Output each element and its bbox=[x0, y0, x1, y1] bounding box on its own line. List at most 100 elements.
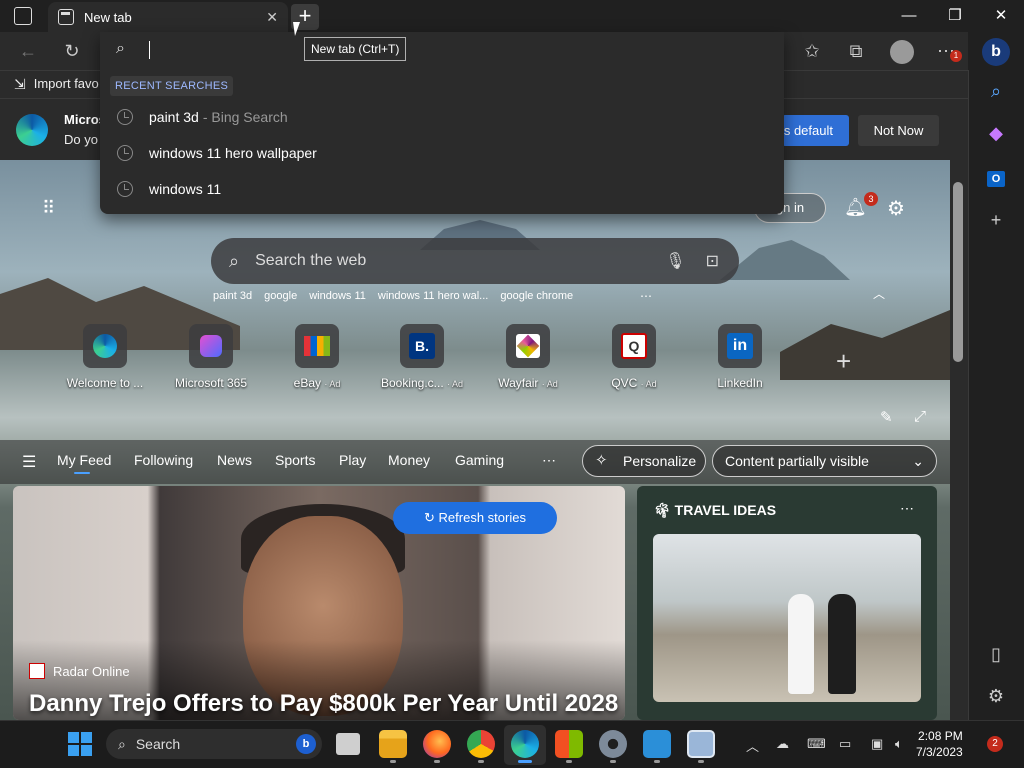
feed-tab-sports[interactable]: Sports bbox=[275, 452, 315, 468]
refresh-stories-button[interactable]: ↻ Refresh stories bbox=[393, 502, 557, 534]
quick-link-microsoft-365[interactable]: Microsoft 365 bbox=[163, 324, 259, 390]
feed-menu-icon[interactable]: ☰ bbox=[22, 452, 36, 472]
recent-search-suffix: - Bing Search bbox=[202, 109, 288, 125]
collapse-chevron-icon[interactable]: ︿ bbox=[873, 285, 885, 302]
recent-search-query: windows 11 bbox=[149, 181, 222, 197]
feed-tab-news[interactable]: News bbox=[217, 452, 252, 468]
content-visibility-label: Content partially visible bbox=[725, 453, 869, 469]
sidebar-add-icon[interactable]: + bbox=[984, 210, 1008, 231]
sidebar-outlook-icon[interactable]: O bbox=[984, 166, 1008, 187]
sidebar-hide-icon[interactable]: ▯ bbox=[984, 644, 1008, 665]
favorites-icon[interactable]: ✩ bbox=[794, 32, 830, 70]
refresh-icon[interactable]: ↻ bbox=[54, 32, 90, 70]
edge-taskbar-icon[interactable] bbox=[511, 730, 539, 758]
display-icon[interactable]: ▭ bbox=[839, 736, 851, 752]
profile-avatar[interactable] bbox=[890, 40, 914, 64]
running-indicator bbox=[698, 760, 704, 763]
travel-image[interactable] bbox=[653, 534, 921, 702]
history-clock-icon bbox=[117, 145, 133, 161]
history-clock-icon bbox=[117, 109, 133, 125]
visual-search-icon[interactable]: ⊡ bbox=[706, 251, 719, 271]
palm-tree-icon: 🌴︎ bbox=[653, 502, 671, 518]
collections-icon[interactable]: ⧉ bbox=[838, 32, 874, 70]
feed-tab-play[interactable]: Play bbox=[339, 452, 366, 468]
feed-tab-money[interactable]: Money bbox=[388, 452, 430, 468]
scrollbar-thumb[interactable] bbox=[953, 182, 963, 362]
taskbar-bing-icon: b bbox=[296, 734, 316, 754]
tile-label: Wayfair bbox=[498, 376, 539, 390]
focus-expand-icon[interactable]: ⤢ bbox=[914, 408, 926, 425]
sidebar-settings-gear-icon[interactable]: ⚙ bbox=[984, 686, 1008, 707]
microsoft-store-icon[interactable] bbox=[555, 730, 583, 758]
chrome-icon[interactable] bbox=[467, 730, 495, 758]
add-quick-link-icon[interactable]: + bbox=[836, 346, 851, 377]
microphone-icon[interactable]: 🎙︎ bbox=[665, 251, 685, 271]
minimize-button[interactable]: — bbox=[886, 0, 932, 32]
trending-more-icon[interactable]: ⋯ bbox=[640, 289, 652, 303]
address-input-caret[interactable] bbox=[149, 41, 150, 59]
firefox-icon[interactable] bbox=[423, 730, 451, 758]
trending-item[interactable]: windows 11 bbox=[309, 290, 366, 306]
ad-label: · Ad bbox=[640, 379, 657, 389]
close-window-button[interactable]: ✕ bbox=[978, 0, 1024, 32]
windows-start-icon[interactable] bbox=[68, 732, 92, 756]
app-launcher-icon[interactable]: ⠿ bbox=[42, 198, 55, 219]
quick-link-qvc[interactable]: Q QVC · Ad bbox=[586, 324, 682, 390]
sidebar-search-icon[interactable]: ⌕ bbox=[984, 81, 1008, 102]
quick-link-booking[interactable]: B. Booking.c... · Ad bbox=[374, 324, 470, 390]
tray-app-icon[interactable]: ☁ bbox=[776, 736, 789, 752]
bing-chat-button[interactable]: b bbox=[982, 38, 1010, 66]
notification-count-badge[interactable]: 2 bbox=[987, 736, 1003, 752]
remote-desktop-icon[interactable] bbox=[643, 730, 671, 758]
recent-search-item[interactable]: windows 11 bbox=[100, 171, 784, 207]
show-hidden-icons-chevron-icon[interactable]: ︿ bbox=[746, 736, 759, 755]
personalize-button[interactable]: ✧ Personalize bbox=[582, 445, 706, 477]
story-headline[interactable]: Danny Trejo Offers to Pay $800k Per Year… bbox=[29, 690, 618, 718]
recent-search-item[interactable]: windows 11 hero wallpaper bbox=[100, 135, 784, 171]
trending-item[interactable]: google bbox=[264, 290, 297, 306]
monitor-app-icon[interactable] bbox=[687, 730, 715, 758]
content-visibility-dropdown[interactable]: Content partially visible ⌄ bbox=[712, 445, 937, 477]
network-icon[interactable]: ▣ bbox=[871, 736, 883, 752]
tab-new-tab[interactable]: New tab ✕ bbox=[48, 2, 288, 32]
edit-background-icon[interactable]: ✎ bbox=[880, 408, 893, 426]
feed-tab-following[interactable]: Following bbox=[134, 452, 193, 468]
import-favorites-button[interactable]: ⇲ Import favo bbox=[14, 70, 99, 98]
quick-link-welcome[interactable]: Welcome to ... bbox=[57, 324, 153, 390]
clock-time: 2:08 PM bbox=[918, 729, 963, 743]
close-tab-icon[interactable]: ✕ bbox=[266, 9, 278, 26]
radar-online-logo-icon bbox=[29, 663, 45, 679]
taskbar-search-box[interactable]: ⌕ Search b bbox=[106, 729, 322, 759]
booking-icon: B. bbox=[400, 324, 444, 368]
menu-badge: 1 bbox=[950, 50, 962, 62]
web-search-box[interactable]: ⌕ Search the web 🎙︎ ⊡ bbox=[211, 238, 739, 284]
sidebar-microsoft-365-icon[interactable]: ◆ bbox=[984, 123, 1008, 144]
quick-link-linkedin[interactable]: in LinkedIn bbox=[692, 324, 788, 390]
set-default-button[interactable]: s default bbox=[782, 115, 849, 146]
feed-tab-gaming[interactable]: Gaming bbox=[455, 452, 504, 468]
trending-item[interactable]: google chrome bbox=[500, 290, 573, 306]
import-favorites-label: Import favo bbox=[33, 76, 99, 91]
page-settings-gear-icon[interactable]: ⚙ bbox=[887, 196, 905, 221]
taskbar-clock[interactable]: 2:08 PM 7/3/2023 bbox=[916, 728, 963, 760]
restore-button[interactable]: ❐ bbox=[932, 0, 978, 32]
trending-item[interactable]: windows 11 hero wal... bbox=[378, 290, 488, 306]
trending-item[interactable]: paint 3d bbox=[213, 290, 252, 306]
task-view-icon[interactable] bbox=[336, 733, 360, 755]
search-icon: ⌕ bbox=[229, 250, 240, 271]
tile-label: QVC bbox=[611, 376, 638, 390]
recent-search-item[interactable]: paint 3d - Bing Search bbox=[100, 99, 784, 135]
quick-link-ebay[interactable]: eBay · Ad bbox=[269, 324, 365, 390]
keyboard-icon[interactable]: ⌨ bbox=[807, 736, 826, 752]
quick-link-wayfair[interactable]: Wayfair · Ad bbox=[480, 324, 576, 390]
volume-icon[interactable]: 🔈︎ bbox=[895, 736, 903, 752]
tile-label: LinkedIn bbox=[717, 376, 763, 390]
travel-more-icon[interactable]: ⋯ bbox=[900, 500, 914, 517]
tab-actions-icon[interactable] bbox=[14, 7, 32, 25]
feed-tab-my-feed[interactable]: My Feed bbox=[57, 452, 111, 468]
settings-app-icon[interactable] bbox=[599, 730, 627, 758]
feed-more-icon[interactable]: ⋯ bbox=[542, 452, 556, 469]
file-explorer-icon[interactable] bbox=[379, 730, 407, 758]
back-icon[interactable]: ← bbox=[10, 32, 46, 70]
not-now-button[interactable]: Not Now bbox=[858, 115, 939, 146]
